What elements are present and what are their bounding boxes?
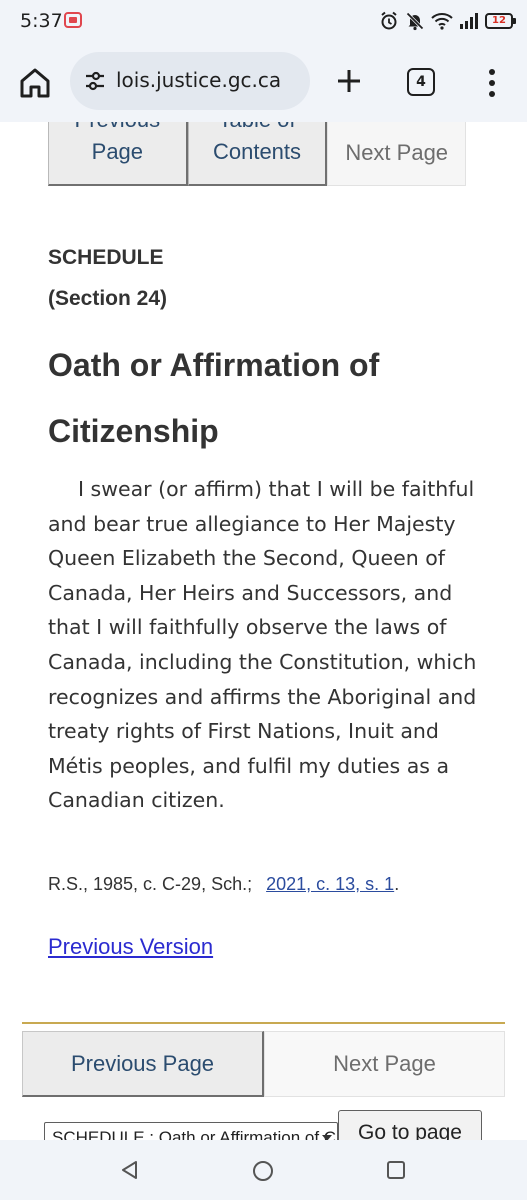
top-next-page-button[interactable]: Next Page xyxy=(327,122,467,186)
oath-text: I swear (or affirm) that I will be faith… xyxy=(48,477,477,813)
tab-switcher-button[interactable]: 4 xyxy=(407,68,435,96)
recents-icon[interactable] xyxy=(386,1160,406,1180)
signal-icon xyxy=(460,13,478,29)
bottom-next-page-button[interactable]: Next Page xyxy=(264,1031,505,1097)
top-previous-page-button[interactable]: Previous Page xyxy=(48,122,188,186)
bottom-previous-page-button[interactable]: Previous Page xyxy=(22,1031,264,1097)
top-page-nav: Previous Page Table of Contents Next Pag… xyxy=(48,122,467,186)
amendment-link[interactable]: 2021, c. 13, s. 1 xyxy=(266,874,394,894)
browser-toolbar: lois.justice.gc.ca 4 xyxy=(0,42,527,122)
schedule-heading: SCHEDULE xyxy=(48,246,164,269)
page-title: Oath or Affirmation of Citizenship xyxy=(48,347,380,449)
home-icon[interactable] xyxy=(18,66,52,100)
site-settings-icon[interactable] xyxy=(84,70,106,92)
page-viewport[interactable]: Previous Page Table of Contents Next Pag… xyxy=(0,122,527,1140)
page-select-value: SCHEDULE : Oath or Affirmation of Citize… xyxy=(52,1128,337,1140)
battery-icon: 12 xyxy=(485,13,516,29)
url-text[interactable]: lois.justice.gc.ca xyxy=(116,68,281,92)
notification-app-icon xyxy=(64,12,82,28)
more-menu-icon[interactable] xyxy=(482,66,502,100)
history-note: R.S., 1985, c. C-29, Sch.; 2021, c. 13, s… xyxy=(48,874,399,895)
bottom-page-nav: Previous Page Next Page xyxy=(22,1031,505,1097)
previous-version-link[interactable]: Previous Version xyxy=(48,934,213,960)
new-tab-icon[interactable] xyxy=(334,66,364,96)
mute-icon xyxy=(406,12,424,31)
go-to-page-button[interactable]: Go to page xyxy=(338,1110,482,1140)
address-bar[interactable]: lois.justice.gc.ca xyxy=(70,52,310,110)
system-nav-bar xyxy=(0,1140,527,1200)
section-reference: (Section 24) xyxy=(48,287,168,310)
home-nav-icon[interactable] xyxy=(252,1160,274,1182)
battery-level: 12 xyxy=(492,15,506,26)
divider xyxy=(22,1022,505,1024)
status-time: 5:37 xyxy=(20,10,63,32)
wifi-icon xyxy=(431,13,453,30)
history-citation: R.S., 1985, c. C-29, Sch.; xyxy=(48,874,253,894)
top-table-of-contents-button[interactable]: Table of Contents xyxy=(187,122,328,186)
alarm-icon xyxy=(381,11,397,30)
page-select-dropdown[interactable]: SCHEDULE : Oath or Affirmation of Citize… xyxy=(44,1122,338,1140)
history-suffix: . xyxy=(394,874,400,894)
status-icons: 12 xyxy=(379,10,516,32)
status-bar: 5:37 12 xyxy=(0,0,527,42)
back-icon[interactable] xyxy=(120,1160,140,1180)
